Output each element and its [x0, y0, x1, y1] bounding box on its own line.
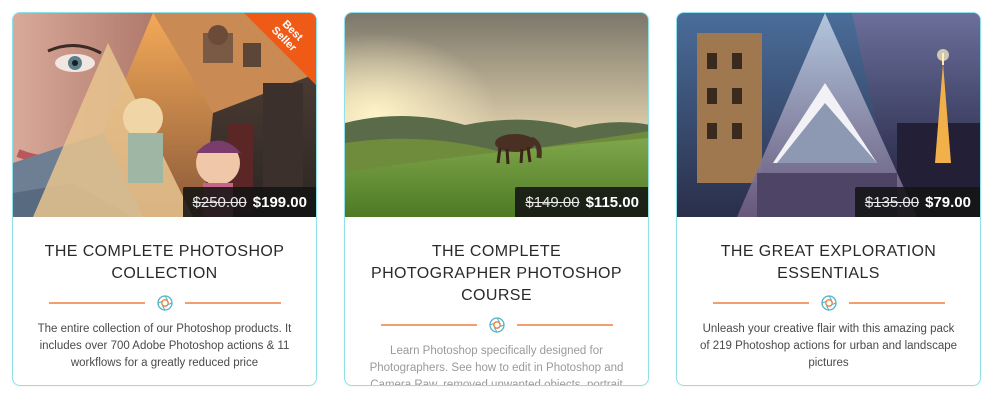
sale-price: $79.00 — [925, 193, 971, 211]
title-divider — [13, 295, 316, 311]
original-price: $135.00 — [864, 193, 920, 211]
product-description: Learn Photoshop specifically designed fo… — [369, 345, 624, 386]
product-row: Best Seller $250.00 $199.00 THE COMPLETE… — [0, 0, 1000, 404]
product-image[interactable]: $149.00 $115.00 — [345, 13, 648, 217]
camera-lens-icon — [156, 295, 173, 311]
product-description: The entire collection of our Photoshop p… — [37, 323, 292, 369]
camera-lens-icon — [488, 317, 505, 333]
divider-line-left — [48, 302, 145, 304]
product-title[interactable]: THE COMPLETE PHOTOGRAPHER PHOTOSHOP COUR… — [363, 241, 630, 307]
product-card-complete-photoshop-collection[interactable]: Best Seller $250.00 $199.00 THE COMPLETE… — [12, 12, 317, 386]
title-divider — [345, 317, 648, 333]
original-price: $250.00 — [192, 193, 247, 211]
product-card-photographer-photoshop-course[interactable]: $149.00 $115.00 THE COMPLETE PHOTOGRAPHE… — [344, 12, 649, 386]
divider-line-right — [848, 302, 945, 304]
sale-price: $199.00 — [252, 193, 307, 211]
product-image[interactable]: Best Seller $250.00 $199.00 — [13, 13, 316, 217]
best-seller-ribbon: Best Seller — [244, 13, 316, 85]
price-tag: $250.00 $199.00 — [182, 187, 316, 217]
camera-lens-icon — [820, 295, 837, 311]
title-divider — [677, 295, 980, 311]
product-image[interactable]: $135.00 $79.00 — [677, 13, 980, 217]
divider-line-right — [516, 324, 613, 326]
product-title[interactable]: THE GREAT EXPLORATION ESSENTIALS — [695, 241, 962, 285]
product-description: Unleash your creative flair with this am… — [699, 323, 958, 369]
product-title[interactable]: THE COMPLETE PHOTOSHOP COLLECTION — [31, 241, 298, 285]
divider-line-left — [712, 302, 809, 304]
product-card-great-exploration-essentials[interactable]: $135.00 $79.00 THE GREAT EXPLORATION ESS… — [676, 12, 981, 386]
price-tag: $149.00 $115.00 — [515, 187, 648, 217]
original-price: $149.00 — [525, 193, 580, 211]
divider-line-right — [184, 302, 281, 304]
price-tag: $135.00 $79.00 — [854, 187, 980, 217]
divider-line-left — [380, 324, 477, 326]
sale-price: $115.00 — [585, 193, 639, 211]
